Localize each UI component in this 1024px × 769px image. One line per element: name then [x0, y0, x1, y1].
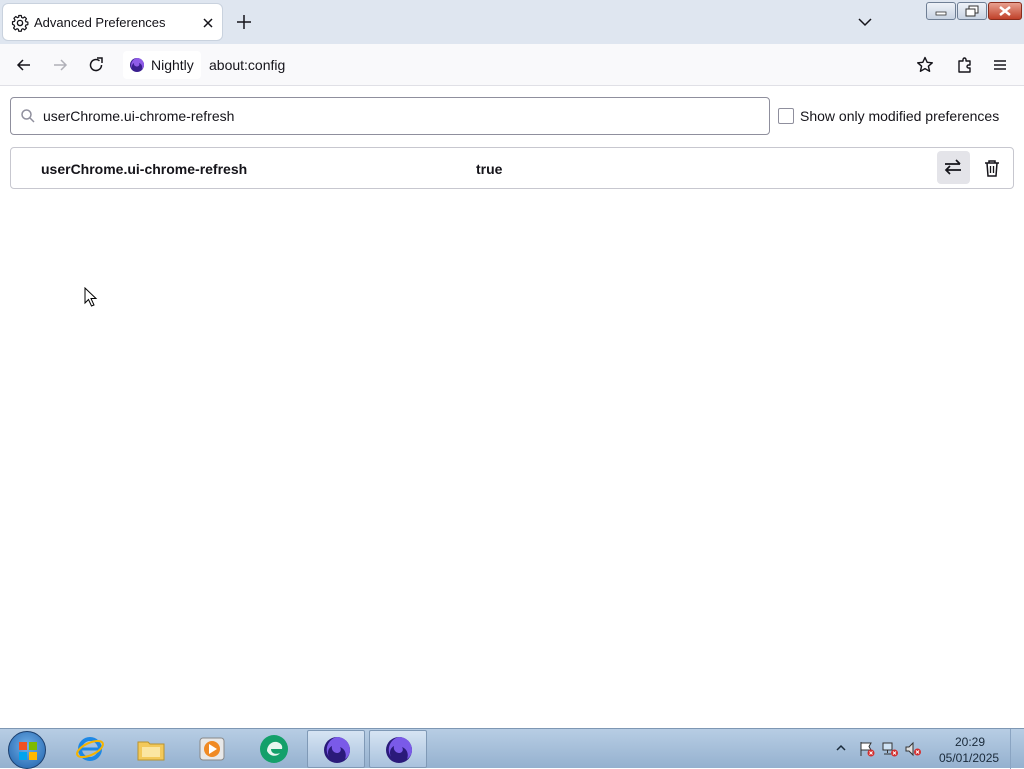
- restore-icon: [965, 5, 979, 17]
- gear-icon: [11, 14, 29, 32]
- preference-name: userChrome.ui-chrome-refresh: [41, 161, 248, 177]
- forward-arrow-icon[interactable]: [50, 55, 70, 75]
- minimize-button[interactable]: [926, 2, 956, 20]
- chevron-down-icon[interactable]: [855, 12, 875, 32]
- identity-label: Nightly: [151, 57, 194, 73]
- network-icon[interactable]: [881, 741, 899, 757]
- taskbar-edge[interactable]: [245, 730, 303, 768]
- trash-icon[interactable]: [983, 158, 1001, 178]
- search-input-value: userChrome.ui-chrome-refresh: [43, 108, 235, 124]
- close-tab-icon[interactable]: [199, 14, 217, 32]
- volume-muted-icon[interactable]: [904, 741, 922, 757]
- back-arrow-icon[interactable]: [14, 55, 34, 75]
- minimize-icon: [935, 11, 947, 16]
- tray-expand-icon[interactable]: [836, 744, 846, 752]
- action-center-flag-icon[interactable]: [858, 741, 876, 757]
- toggle-arrows-icon: [944, 159, 961, 175]
- tab-advanced-preferences[interactable]: Advanced Preferences: [2, 3, 223, 41]
- reload-icon[interactable]: [86, 55, 106, 75]
- internet-explorer-icon: [76, 737, 104, 761]
- taskbar-file-explorer[interactable]: [122, 730, 180, 768]
- show-desktop-button[interactable]: [1010, 729, 1024, 769]
- taskbar-firefox-nightly-1[interactable]: [307, 730, 365, 768]
- mouse-cursor-icon: [84, 287, 98, 307]
- new-tab-icon[interactable]: [234, 12, 254, 32]
- windows-logo-icon: [19, 742, 37, 760]
- taskbar-firefox-nightly-2[interactable]: [369, 730, 427, 768]
- start-button[interactable]: [8, 731, 46, 769]
- edge-icon: [260, 735, 288, 763]
- file-explorer-icon: [137, 741, 165, 761]
- clock-date[interactable]: 05/01/2025: [939, 751, 999, 765]
- table-row[interactable]: userChrome.ui-chrome-refresh true: [10, 147, 1014, 189]
- search-icon: [21, 109, 35, 123]
- preference-search-input[interactable]: userChrome.ui-chrome-refresh: [10, 97, 770, 135]
- taskbar-internet-explorer[interactable]: [61, 730, 119, 768]
- identity-box[interactable]: Nightly: [123, 51, 201, 79]
- restore-button[interactable]: [957, 2, 987, 20]
- show-modified-checkbox[interactable]: [778, 108, 794, 124]
- taskbar: 20:29 05/01/2025: [0, 728, 1024, 769]
- menu-hamburger-icon[interactable]: [990, 55, 1010, 75]
- url-bar[interactable]: Nightly about:config: [120, 48, 904, 82]
- toggle-button[interactable]: [937, 151, 970, 184]
- preference-value[interactable]: true: [476, 161, 502, 177]
- navigation-toolbar: Nightly about:config: [0, 44, 1024, 86]
- tab-strip: Advanced Preferences: [0, 0, 1024, 44]
- url-text[interactable]: about:config: [209, 57, 285, 73]
- firefox-nightly-logo-icon: [130, 58, 144, 72]
- taskbar-media-player[interactable]: [183, 730, 241, 768]
- media-player-icon: [199, 737, 225, 761]
- firefox-nightly-icon: [386, 737, 412, 763]
- clock-time[interactable]: 20:29: [955, 735, 985, 749]
- close-icon: [999, 6, 1011, 16]
- show-modified-label[interactable]: Show only modified preferences: [800, 108, 999, 124]
- extensions-puzzle-icon[interactable]: [955, 55, 975, 75]
- tab-title: Advanced Preferences: [34, 15, 166, 30]
- close-window-button[interactable]: [988, 2, 1022, 20]
- bookmark-star-icon[interactable]: [915, 55, 935, 75]
- firefox-nightly-icon: [324, 737, 350, 763]
